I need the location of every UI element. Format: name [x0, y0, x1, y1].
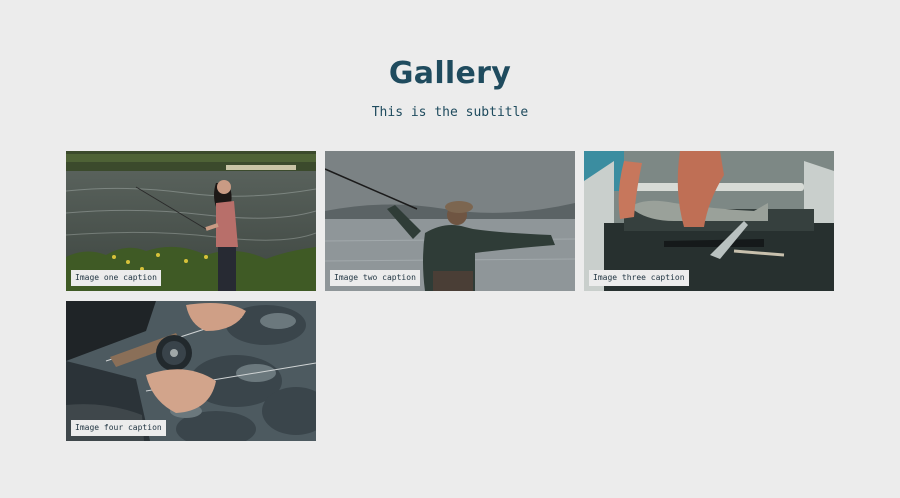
gallery-item-4[interactable]: Image four caption — [66, 301, 316, 441]
gallery-caption-2: Image two caption — [330, 270, 420, 286]
gallery-caption-4: Image four caption — [71, 420, 166, 436]
gallery-item-3[interactable]: Image three caption — [584, 151, 834, 291]
page-subtitle: This is the subtitle — [371, 105, 529, 120]
page-header: Gallery This is the subtitle — [0, 54, 900, 122]
gallery-caption-3: Image three caption — [589, 270, 689, 286]
image-gallery: Image one caption Image two caption Imag… — [66, 151, 834, 441]
gallery-item-1[interactable]: Image one caption — [66, 151, 316, 291]
gallery-caption-1: Image one caption — [71, 270, 161, 286]
page-title: Gallery — [388, 56, 512, 91]
gallery-item-2[interactable]: Image two caption — [325, 151, 575, 291]
